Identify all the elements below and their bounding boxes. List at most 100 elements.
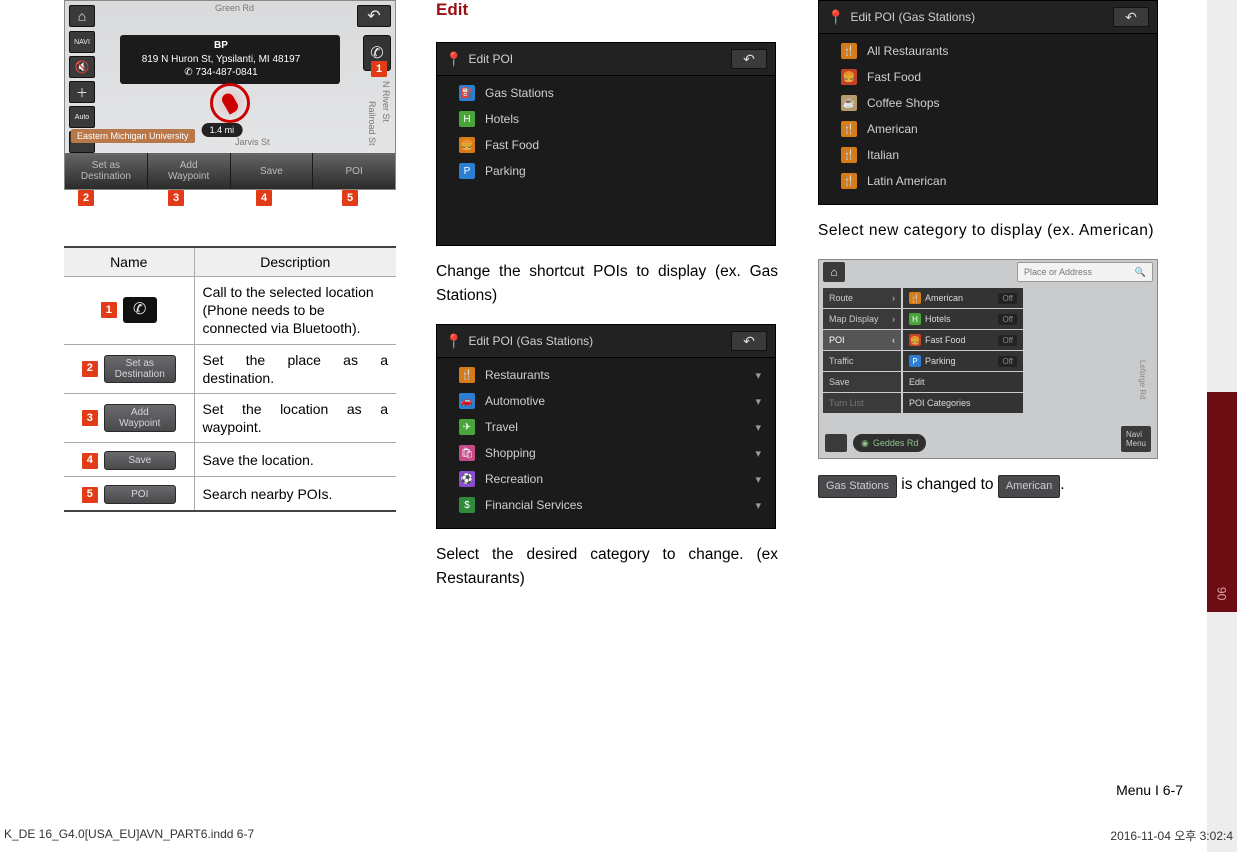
map-screenshot: ⌂ NAVI 🔇 ＋ Auto − ↶ Green Rd Railroad St… <box>64 0 396 190</box>
poi-button[interactable]: POI <box>313 153 395 189</box>
search-placeholder: Place or Address <box>1024 267 1092 277</box>
marker-4: 4 <box>256 190 272 206</box>
mid-hotels[interactable]: HHotelsOff <box>903 309 1023 329</box>
auto-zoom-icon[interactable]: Auto <box>69 106 95 128</box>
italian-icon: 🍴 <box>841 147 857 163</box>
coffee-icon: ☕ <box>841 95 857 111</box>
th-description: Description <box>194 247 396 277</box>
list-item: PParking <box>437 158 775 184</box>
th-name: Name <box>64 247 194 277</box>
mid-american[interactable]: 🍴AmericanOff <box>903 288 1023 308</box>
caption: Change the shortcut POIs to display (ex.… <box>436 260 778 308</box>
road-label: Green Rd <box>215 3 254 13</box>
mute-icon[interactable]: 🔇 <box>69 56 95 78</box>
screenshot-edit-poi-gas: 📍Edit POI (Gas Stations) ↶ 🍴Restaurants▾… <box>436 324 776 529</box>
list-item: 🍴Latin American <box>819 168 1157 194</box>
row-num: 2 <box>82 361 98 377</box>
road-label: Jarvis St <box>235 137 270 147</box>
list-item: $Financial Services▾ <box>437 492 775 518</box>
location-callout: BP 819 N Huron St, Ypsilanti, MI 48197 ✆… <box>120 35 340 84</box>
shot-title: Edit POI (Gas Stations) <box>468 334 593 348</box>
list-item: 🛍Shopping▾ <box>437 440 775 466</box>
chip-set-destination: Set as Destination <box>104 355 176 383</box>
print-date: 2016-11-04 오후 3:02:4 <box>1110 827 1233 844</box>
marker-3: 3 <box>168 190 184 206</box>
screenshot-category-list: 📍Edit POI (Gas Stations) ↶ 🍴All Restaura… <box>818 0 1158 205</box>
mid-edit[interactable]: EditOff <box>903 372 1023 392</box>
marker-1: 1 <box>371 61 387 77</box>
chip-american: American <box>998 475 1060 498</box>
caption: Select the desired category to change. (… <box>436 543 778 591</box>
list-item: 🍔Fast Food <box>819 64 1157 90</box>
callout-title: BP <box>130 39 312 53</box>
menu-turn-list[interactable]: Turn List <box>823 393 901 413</box>
restaurant-icon: 🍴 <box>841 43 857 59</box>
search-input[interactable]: Place or Address 🔍 <box>1017 262 1153 282</box>
navi-icon[interactable]: NAVI <box>69 31 95 53</box>
pin-icon: 📍 <box>445 51 462 68</box>
result-sentence: Gas Stations is changed to American. <box>818 473 1162 498</box>
shopping-icon: 🛍 <box>459 445 475 461</box>
table-row: 3 Add Waypoint Set the location as a way… <box>64 393 396 442</box>
set-destination-button[interactable]: Set as Destination <box>65 153 148 189</box>
road-label: Leforge Rd <box>1138 360 1147 400</box>
back-icon[interactable]: ↶ <box>731 331 767 351</box>
fastfood-icon: 🍔 <box>841 69 857 85</box>
caption: Select new category to display (ex. Amer… <box>818 219 1162 243</box>
map-pin-icon <box>210 83 250 123</box>
side-tab-strip: 06 <box>1207 0 1237 852</box>
screenshot-edit-poi: 📍Edit POI ↶ ⛽Gas Stations HHotels 🍔Fast … <box>436 42 776 246</box>
row-desc: Call to the selected location (Phone nee… <box>194 277 396 345</box>
chip-poi: POI <box>104 485 176 504</box>
screenshot-map-menu: ⌂ Place or Address 🔍 Route› Map Display›… <box>818 259 1158 459</box>
save-button[interactable]: Save <box>231 153 314 189</box>
home-icon[interactable]: ⌂ <box>823 262 845 282</box>
hotel-icon: H <box>459 111 475 127</box>
table-row: 5 POI Search nearby POIs. <box>64 477 396 512</box>
chip-add-waypoint: Add Waypoint <box>104 404 176 432</box>
chip-save: Save <box>104 451 176 470</box>
menu-map-display[interactable]: Map Display› <box>823 309 901 329</box>
back-icon[interactable]: ↶ <box>1113 7 1149 27</box>
parking-icon: P <box>909 355 921 367</box>
map-bottom-toolbar: Set as Destination Add Waypoint Save POI <box>65 153 395 189</box>
menu-save[interactable]: Save <box>823 372 901 392</box>
menu-left-column: Route› Map Display› POI‹ Traffic Save Tu… <box>823 288 901 414</box>
callout-phone-number: ✆ 734-487-0841 <box>130 66 312 80</box>
chevron-right-icon: › <box>892 314 895 324</box>
parking-icon: P <box>459 163 475 179</box>
zoom-in-icon[interactable]: ＋ <box>69 81 95 103</box>
list-item: 🚗Automotive▾ <box>437 388 775 414</box>
navi-menu-button[interactable]: Navi Menu <box>1121 426 1151 452</box>
auto-icon: 🚗 <box>459 393 475 409</box>
american-icon: 🍴 <box>841 121 857 137</box>
distance-badge: 1.4 mi <box>202 123 243 137</box>
add-waypoint-button[interactable]: Add Waypoint <box>148 153 231 189</box>
menu-traffic[interactable]: Traffic <box>823 351 901 371</box>
name-description-table: Name Description 1 ✆ Call to the selecte… <box>64 246 396 512</box>
callout-address: 819 N Huron St, Ypsilanti, MI 48197 <box>130 53 312 67</box>
shot-title: Edit POI <box>468 52 513 66</box>
recreation-icon: ⚽ <box>459 471 475 487</box>
mid-fastfood[interactable]: 🍔Fast FoodOff <box>903 330 1023 350</box>
chevron-down-icon: ▾ <box>755 421 761 434</box>
compass-icon[interactable] <box>825 434 847 452</box>
chevron-down-icon: ▾ <box>755 369 761 382</box>
mid-parking[interactable]: PParkingOff <box>903 351 1023 371</box>
menu-poi[interactable]: POI‹ <box>823 330 901 350</box>
back-icon[interactable]: ↶ <box>731 49 767 69</box>
road-label: Railroad St <box>367 101 377 146</box>
chevron-right-icon: › <box>892 293 895 303</box>
list-item: 🍴Italian <box>819 142 1157 168</box>
home-icon[interactable]: ⌂ <box>69 5 95 27</box>
side-tab-spacer-top <box>1207 0 1237 392</box>
row-num: 5 <box>82 487 98 503</box>
menu-route[interactable]: Route› <box>823 288 901 308</box>
row-num: 4 <box>82 453 98 469</box>
side-tab-spacer-bottom <box>1207 612 1237 852</box>
print-file: K_DE 16_G4.0[USA_EU]AVN_PART6.indd 6-7 <box>4 827 254 844</box>
back-icon[interactable]: ↶ <box>357 5 391 27</box>
mid-poi-categories[interactable]: POI CategoriesOff <box>903 393 1023 413</box>
row-desc: Save the location. <box>194 443 396 477</box>
list-item: 🍔Fast Food <box>437 132 775 158</box>
